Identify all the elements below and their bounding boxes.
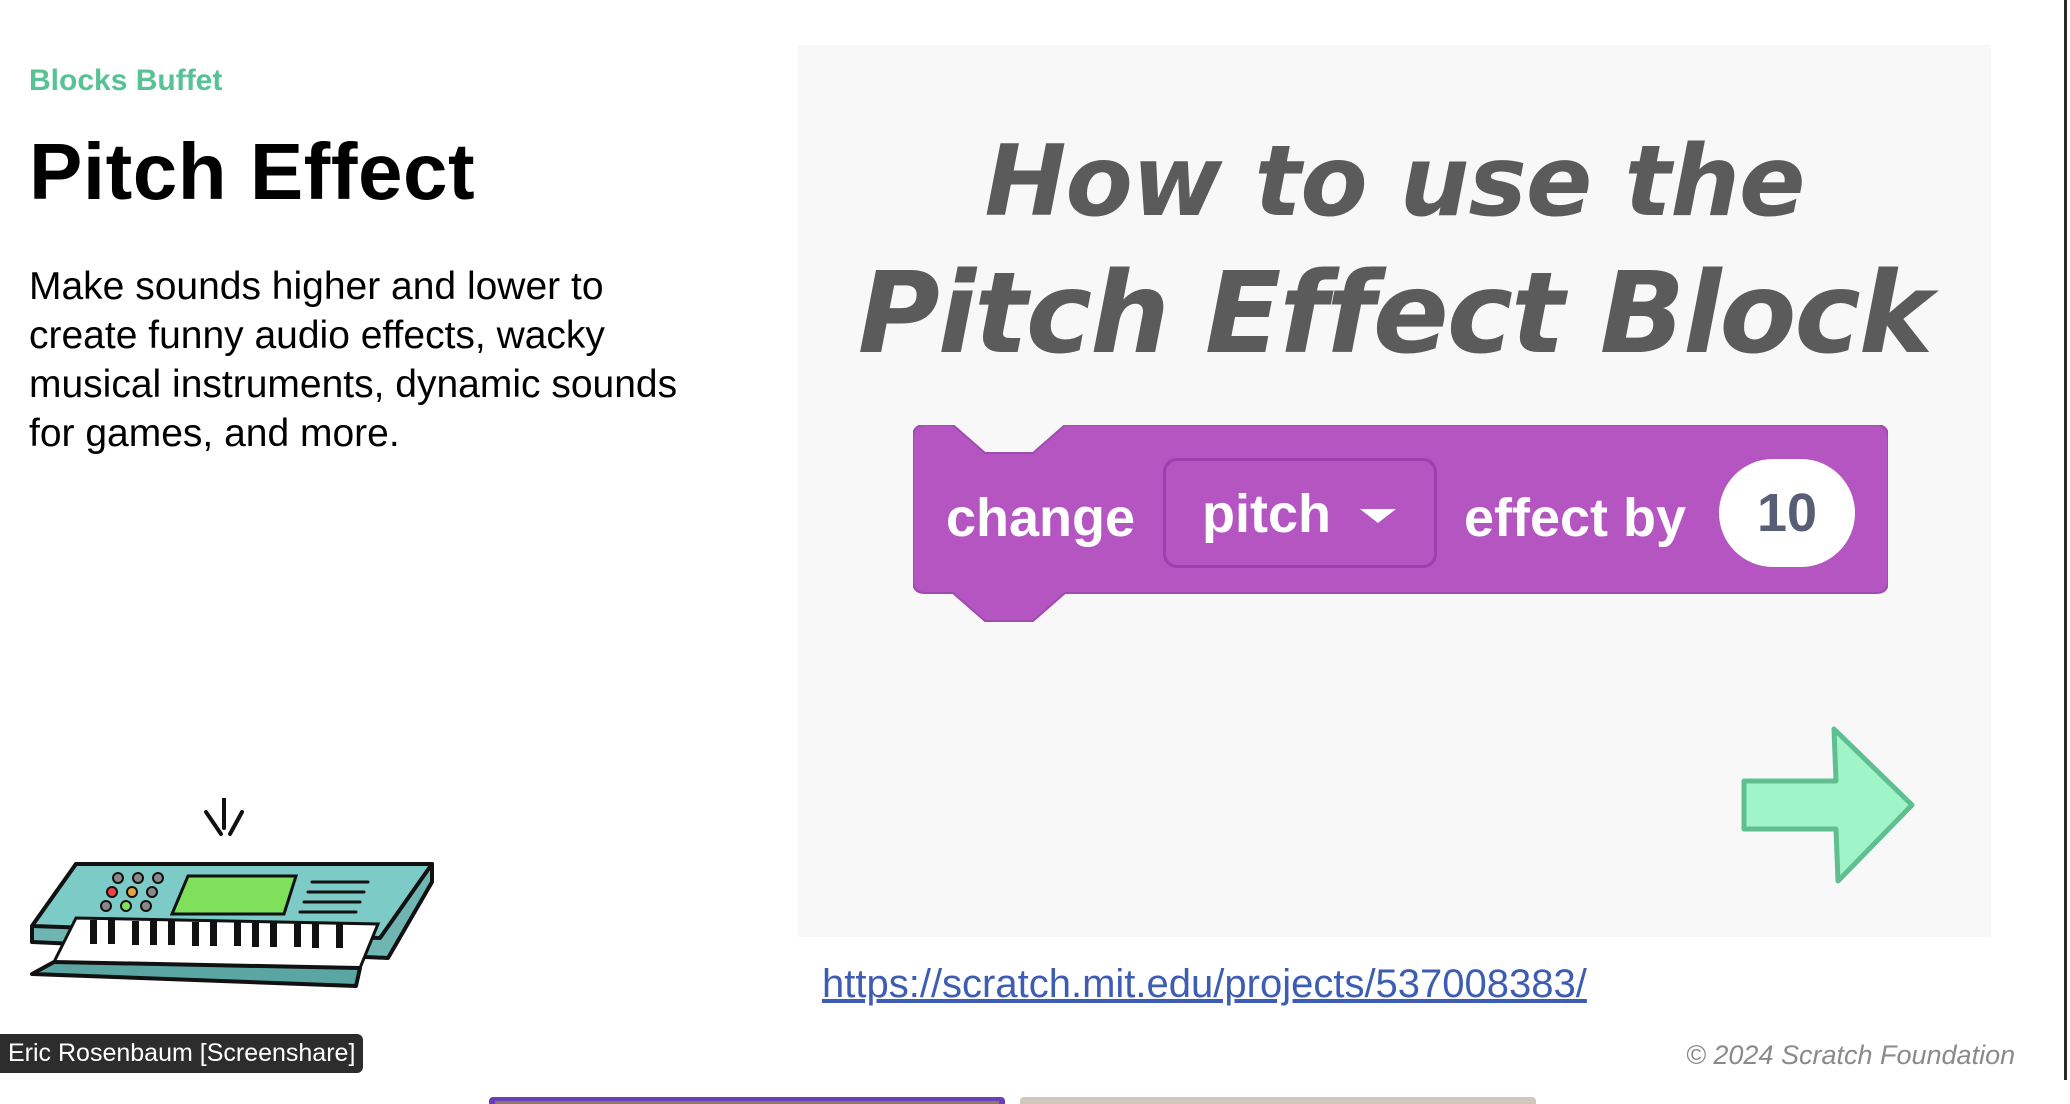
slide-description: Make sounds higher and lower to create f… <box>29 265 678 455</box>
block-label-effect-by: effect by <box>1464 488 1687 548</box>
pitch-dropdown[interactable]: pitch <box>1163 458 1437 568</box>
window-edge <box>2064 0 2067 1080</box>
slide-title: Pitch Effect <box>29 127 476 216</box>
effect-number-input[interactable]: 10 <box>1719 459 1855 567</box>
participant-thumbnail-2[interactable] <box>1020 1097 1536 1104</box>
video-title-line-1: How to use the <box>984 125 1805 239</box>
screenshare-name-tag: Eric Rosenbaum [Screenshare] <box>0 1034 364 1073</box>
sound-lines <box>204 798 244 836</box>
slide-eyebrow: Blocks Buffet <box>29 64 223 97</box>
copyright-notice: © 2024 Scratch Foundation <box>1686 1040 2016 1070</box>
caret-down-icon <box>1360 509 1396 523</box>
participant-thumbnail-1[interactable] <box>489 1097 1005 1104</box>
block-label-change: change <box>946 488 1136 548</box>
pitch-dropdown-value: pitch <box>1202 484 1331 544</box>
right-arrow-icon[interactable] <box>1738 725 1918 885</box>
project-link[interactable]: https://scratch.mit.edu/projects/5370083… <box>822 962 1587 1007</box>
video-title-line-2: Pitch Effect Block <box>857 249 1934 379</box>
synthesizer-illustration <box>30 798 434 988</box>
video-player[interactable]: How to use the Pitch Effect Block change… <box>798 45 1991 937</box>
